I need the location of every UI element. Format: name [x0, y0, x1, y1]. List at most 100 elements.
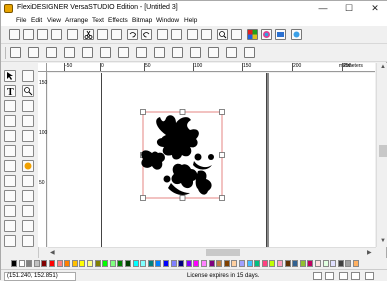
color-swatch[interactable] — [201, 260, 207, 267]
vertical-scrollbar[interactable]: ▲ ▼ — [376, 63, 387, 247]
cut-icon[interactable] — [83, 29, 94, 40]
preview-icon[interactable] — [231, 29, 242, 40]
selection-handle[interactable] — [219, 195, 225, 201]
vertical-ruler[interactable]: 150 100 50 — [38, 72, 47, 247]
undo-icon[interactable] — [127, 29, 138, 40]
color-swatch[interactable] — [49, 260, 55, 267]
color-swatch[interactable] — [330, 260, 337, 267]
color-swatch[interactable] — [284, 260, 291, 267]
node-tool-icon[interactable] — [4, 115, 16, 127]
color-swatch[interactable] — [163, 260, 169, 267]
selection-handle[interactable] — [179, 109, 186, 115]
menu-window[interactable]: Window — [156, 17, 179, 24]
text-align-icon[interactable] — [118, 47, 129, 58]
ellipse-tool-icon[interactable] — [4, 235, 16, 247]
color-swatch[interactable] — [18, 260, 25, 267]
color-swatch[interactable] — [307, 260, 314, 267]
color-swatch[interactable] — [322, 260, 329, 267]
color-swatch[interactable] — [33, 260, 40, 267]
color-swatch[interactable] — [246, 260, 253, 267]
emboss-tool-icon[interactable] — [22, 190, 34, 202]
knife-tool-icon[interactable] — [4, 130, 16, 142]
measure-icon[interactable] — [22, 115, 34, 127]
menu-effects[interactable]: Effects — [108, 17, 128, 24]
color-swatch[interactable] — [292, 260, 299, 267]
color-swatch[interactable] — [26, 260, 33, 267]
color-swatch[interactable] — [117, 260, 124, 267]
color-swatch[interactable] — [56, 260, 63, 267]
align-middle-icon[interactable] — [82, 47, 93, 58]
center-page-icon[interactable] — [208, 47, 219, 58]
color-swatch[interactable] — [132, 260, 139, 267]
color-swatch[interactable] — [345, 260, 352, 267]
open-file-icon[interactable] — [23, 29, 34, 40]
menu-help[interactable]: Help — [184, 17, 197, 24]
shape-edit-icon[interactable] — [22, 70, 34, 82]
selection-handle[interactable] — [140, 109, 146, 115]
color-palette-icon[interactable] — [247, 29, 258, 40]
color-swatch[interactable] — [94, 260, 101, 267]
color-swatch[interactable] — [299, 260, 306, 267]
zoom-tool-icon[interactable] — [22, 85, 34, 97]
minimize-button[interactable]: — — [310, 1, 336, 16]
shadow-tool-icon[interactable] — [22, 175, 34, 187]
cut-send-icon[interactable] — [291, 29, 302, 40]
color-swatch[interactable] — [261, 260, 268, 267]
color-swatch[interactable] — [353, 260, 359, 267]
rectangle-tool-icon[interactable] — [22, 220, 34, 232]
menu-edit[interactable]: Edit — [31, 17, 42, 24]
color-swatch[interactable] — [239, 260, 245, 267]
scroll-down-arrow-icon[interactable]: ▼ — [380, 238, 386, 244]
space-h-icon[interactable] — [172, 47, 183, 58]
color-swatch[interactable] — [208, 260, 215, 267]
color-swatch[interactable] — [216, 260, 223, 267]
copy-icon[interactable] — [97, 29, 108, 40]
select-arrow-icon[interactable] — [4, 70, 16, 82]
scroll-up-arrow-icon[interactable]: ▲ — [380, 64, 386, 70]
color-swatch[interactable] — [277, 260, 283, 267]
color-swatch[interactable] — [231, 260, 238, 267]
close-button[interactable]: ✕ — [362, 1, 387, 16]
floral-artwork[interactable] — [141, 115, 214, 196]
stroke-tool-icon[interactable] — [22, 205, 34, 217]
align-bottom-icon[interactable] — [100, 47, 111, 58]
contour-tool-icon[interactable] — [4, 175, 16, 187]
zoom-icon[interactable] — [217, 29, 228, 40]
selection-handle[interactable] — [179, 195, 186, 201]
drawing-canvas[interactable] — [48, 73, 375, 247]
horizontal-scroll-thumb[interactable] — [206, 249, 240, 256]
color-swatch[interactable] — [41, 260, 48, 267]
rotate-tool-icon[interactable] — [22, 130, 34, 142]
color-swatch[interactable] — [223, 260, 230, 267]
maximize-button[interactable]: ☐ — [336, 1, 362, 16]
color-swatch[interactable] — [64, 260, 71, 267]
color-swatch[interactable] — [79, 260, 86, 267]
color-swatch[interactable] — [193, 260, 200, 267]
color-swatch[interactable] — [269, 260, 276, 267]
fill-tool-icon[interactable] — [4, 160, 16, 172]
color-swatch[interactable] — [109, 260, 116, 267]
import-icon[interactable] — [67, 29, 78, 40]
zoom-status-icon[interactable] — [365, 272, 374, 280]
menu-bitmap[interactable]: Bitmap — [132, 17, 152, 24]
scroll-right-arrow-icon[interactable]: ▶ — [367, 249, 372, 256]
rotate-right-icon[interactable] — [171, 29, 182, 40]
align-center-icon[interactable] — [28, 47, 39, 58]
color-swatch[interactable] — [170, 260, 177, 267]
color-swatch[interactable] — [337, 260, 344, 267]
grid-status-icon[interactable] — [351, 272, 360, 280]
distort-tool-icon[interactable] — [4, 145, 16, 157]
rotate-left-icon[interactable] — [157, 29, 168, 40]
distribute-v-icon[interactable] — [154, 47, 165, 58]
scroll-left-arrow-icon[interactable]: ◀ — [50, 249, 55, 256]
color-swatch[interactable] — [102, 260, 109, 267]
group-icon[interactable] — [187, 29, 198, 40]
blend-tool-icon[interactable] — [4, 190, 16, 202]
paint-brush-icon[interactable] — [4, 220, 16, 232]
text-tool-icon[interactable]: T — [4, 85, 16, 98]
redo-icon[interactable] — [141, 29, 152, 40]
color-swatch[interactable] — [140, 260, 147, 267]
same-size-icon[interactable] — [226, 47, 237, 58]
selection-handle[interactable] — [219, 152, 225, 158]
color-swatch[interactable] — [185, 260, 192, 267]
